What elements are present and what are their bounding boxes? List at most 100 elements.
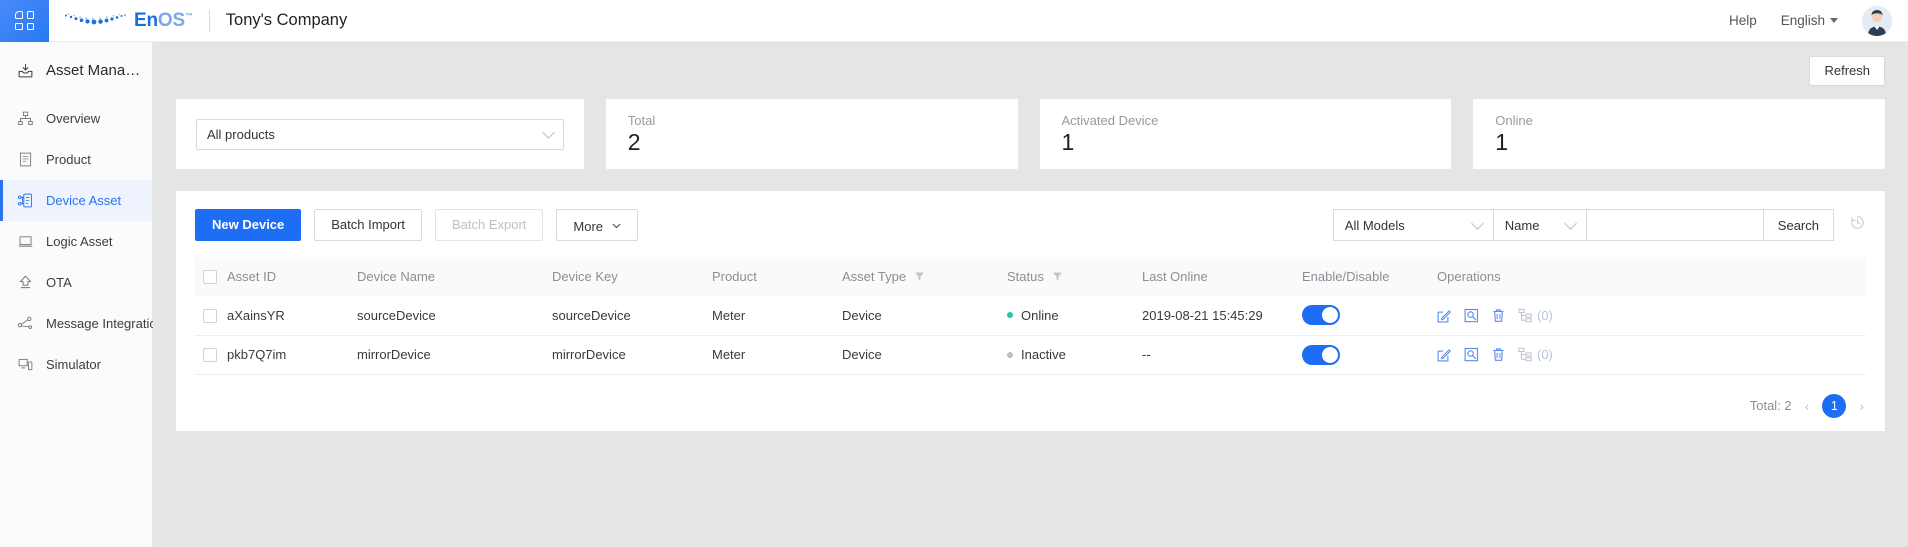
sidebar-item-logic-asset[interactable]: Logic Asset bbox=[0, 221, 152, 262]
enable-disable-toggle[interactable] bbox=[1302, 344, 1340, 365]
sidebar-item-ota[interactable]: OTA bbox=[0, 262, 152, 303]
col-label: Device Key bbox=[552, 269, 618, 284]
table-header-row: Asset ID Device Name Device Key Product … bbox=[195, 257, 1866, 296]
device-table-panel: New Device Batch Import Batch Export Mor… bbox=[176, 191, 1885, 431]
chevron-down-icon bbox=[612, 210, 621, 240]
simulator-icon bbox=[18, 358, 33, 371]
avatar[interactable] bbox=[1862, 5, 1892, 36]
cell-product: Meter bbox=[712, 335, 842, 375]
col-device-key[interactable]: Device Key bbox=[552, 257, 712, 296]
share-nodes-icon bbox=[17, 316, 33, 329]
enable-disable-toggle[interactable] bbox=[1302, 305, 1340, 326]
edit-icon[interactable] bbox=[1437, 347, 1452, 362]
table-header: Asset ID Device Name Device Key Product … bbox=[195, 257, 1866, 296]
app-launcher-button[interactable] bbox=[0, 0, 49, 42]
refresh-button[interactable]: Refresh bbox=[1809, 55, 1885, 86]
select-all-header bbox=[195, 257, 227, 296]
table-row[interactable]: aXainsYR sourceDevice sourceDevice Meter… bbox=[195, 296, 1866, 336]
new-device-button[interactable]: New Device bbox=[195, 209, 302, 241]
sidebar-item-message-integration[interactable]: Message Integration bbox=[0, 303, 164, 344]
col-product[interactable]: Product bbox=[712, 257, 842, 296]
col-asset-id[interactable]: Asset ID bbox=[227, 257, 357, 296]
pagination-page-1[interactable]: 1 bbox=[1822, 393, 1847, 418]
search-input[interactable] bbox=[1585, 209, 1763, 241]
col-label: Status bbox=[1007, 269, 1044, 284]
company-name: Tony's Company bbox=[225, 11, 348, 29]
stat-card-online: Online 1 bbox=[1473, 99, 1885, 169]
sidebar-item-label: Message Integration bbox=[46, 316, 164, 331]
language-selector[interactable]: English bbox=[1769, 13, 1850, 28]
sitemap-icon bbox=[18, 111, 33, 126]
sidebar-item-product[interactable]: Product bbox=[0, 139, 152, 180]
header-divider bbox=[208, 9, 210, 32]
model-filter-select[interactable]: All Models bbox=[1332, 209, 1493, 241]
cell-operations: (0) bbox=[1437, 335, 1866, 375]
col-asset-type[interactable]: Asset Type bbox=[842, 257, 1007, 296]
sidebar-item-label: Product bbox=[46, 152, 91, 167]
col-operations: Operations bbox=[1437, 257, 1866, 296]
stat-value: 2 bbox=[627, 129, 641, 156]
product-filter-select[interactable]: All products bbox=[196, 118, 564, 150]
stat-card-activated-device: Activated Device 1 bbox=[1039, 99, 1452, 169]
view-icon[interactable] bbox=[1464, 308, 1479, 323]
product-filter-value: All products bbox=[207, 126, 275, 142]
sidebar-title-label: Asset Manag… bbox=[46, 61, 146, 79]
history-clock-icon[interactable] bbox=[1849, 214, 1866, 236]
header-actions: Help English bbox=[1717, 5, 1908, 36]
delete-icon[interactable] bbox=[1491, 347, 1506, 362]
view-icon[interactable] bbox=[1464, 347, 1479, 362]
field-filter-select[interactable]: Name bbox=[1492, 209, 1586, 241]
cell-device-name: mirrorDevice bbox=[357, 335, 552, 375]
device-node-icon bbox=[17, 193, 32, 208]
col-last-online[interactable]: Last Online bbox=[1142, 257, 1302, 296]
cell-last-online: -- bbox=[1142, 335, 1302, 375]
row-select-cell bbox=[195, 296, 227, 336]
chevron-down-icon bbox=[1470, 216, 1484, 230]
col-label: Asset Type bbox=[842, 269, 907, 284]
sidebar-title: Asset Manag… bbox=[0, 42, 152, 98]
pagination-prev[interactable]: ‹ bbox=[1803, 398, 1812, 414]
cell-asset-id: aXainsYR bbox=[227, 296, 357, 336]
pagination-next[interactable]: › bbox=[1857, 398, 1866, 414]
row-select-cell bbox=[195, 335, 227, 375]
search-button[interactable]: Search bbox=[1762, 209, 1834, 241]
summary-cards: All products Total 2 Activated Device 1 … bbox=[153, 99, 1908, 169]
sub-device-tree-icon bbox=[1518, 347, 1532, 362]
batch-import-button[interactable]: Batch Import bbox=[314, 209, 422, 241]
toolbar-actions: New Device Batch Import Batch Export Mor… bbox=[195, 209, 638, 241]
cell-device-key: mirrorDevice bbox=[552, 335, 712, 375]
sidebar-item-device-asset[interactable]: Device Asset bbox=[0, 180, 152, 221]
sidebar: Asset Manag… Overview Product Device Ass… bbox=[0, 42, 164, 547]
row-checkbox[interactable] bbox=[203, 309, 217, 324]
filter-funnel-icon[interactable] bbox=[914, 271, 925, 282]
refresh-row: Refresh bbox=[153, 42, 1908, 99]
select-all-checkbox[interactable] bbox=[203, 270, 217, 285]
status-dot bbox=[1007, 351, 1013, 358]
edit-icon[interactable] bbox=[1437, 308, 1452, 323]
sidebar-item-label: Overview bbox=[46, 111, 101, 126]
user-avatar-icon bbox=[1862, 5, 1892, 36]
col-device-name[interactable]: Device Name bbox=[357, 257, 552, 296]
grid-icon bbox=[15, 11, 34, 30]
cell-product: Meter bbox=[712, 296, 842, 336]
col-status[interactable]: Status bbox=[1007, 257, 1142, 296]
model-filter-value: All Models bbox=[1344, 217, 1405, 233]
delete-icon[interactable] bbox=[1491, 308, 1506, 323]
stat-label: Online bbox=[1495, 113, 1533, 129]
help-link[interactable]: Help bbox=[1717, 13, 1769, 28]
cell-enable-toggle bbox=[1302, 296, 1437, 336]
cell-status: Online bbox=[1007, 296, 1142, 336]
table-row[interactable]: pkb7Q7im mirrorDevice mirrorDevice Meter… bbox=[195, 335, 1866, 375]
brand-trademark: ™ bbox=[184, 11, 193, 21]
sidebar-item-overview[interactable]: Overview bbox=[0, 98, 152, 139]
row-checkbox[interactable] bbox=[203, 348, 217, 363]
table-search-group: All Models Name Search bbox=[1332, 209, 1866, 241]
cell-asset-id: pkb7Q7im bbox=[227, 335, 357, 375]
more-button[interactable]: More bbox=[556, 209, 638, 241]
pagination-total: Total: 2 bbox=[1749, 398, 1792, 413]
col-enable-disable: Enable/Disable bbox=[1302, 257, 1437, 296]
sidebar-item-simulator[interactable]: Simulator bbox=[0, 344, 152, 385]
filter-funnel-icon[interactable] bbox=[1052, 271, 1063, 282]
stat-value: 1 bbox=[1495, 129, 1509, 156]
pagination: Total: 2 ‹ 1 › bbox=[195, 393, 1866, 418]
